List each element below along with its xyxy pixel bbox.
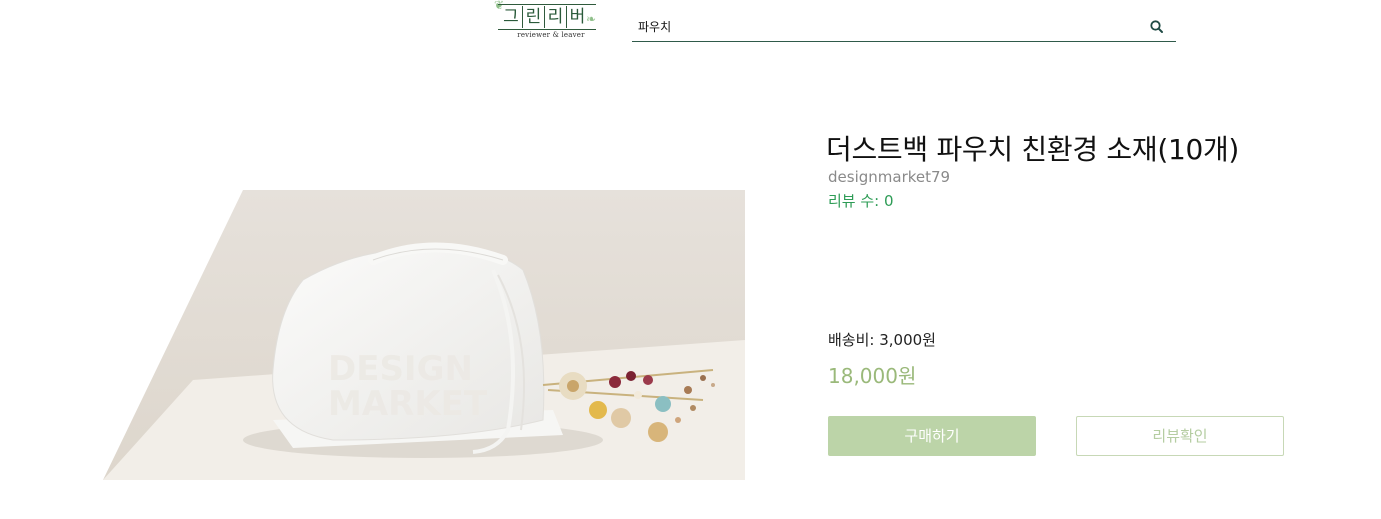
logo-wordmark: 그 린 리 버 [500,6,588,28]
watermark-line: DESIGN [328,349,473,389]
site-logo[interactable]: ❦ ❧ 그 린 리 버 reviewer & leaver [494,0,602,42]
seller-name[interactable]: designmarket79 [828,168,950,186]
logo-char: 리 [544,6,566,28]
product-title: 더스트백 파우치 친환경 소재(10개) [826,133,1240,166]
logo-char: 버 [566,6,588,28]
watermark-line: MARKET [328,384,488,424]
shipping-fee: 배송비: 3,000원 [828,331,936,349]
product-price: 18,000원 [828,364,917,388]
logo-char: 그 [503,7,519,27]
logo-subtitle: reviewer & leaver [517,31,585,39]
search-bar [632,10,1176,42]
review-count: 리뷰 수: 0 [828,192,894,210]
search-icon[interactable] [1148,18,1166,36]
search-input[interactable] [638,16,1118,36]
buy-button[interactable]: 구매하기 [828,416,1036,456]
review-check-button[interactable]: 리뷰확인 [1076,416,1284,456]
product-image: DESIGN MARKET [103,190,745,480]
logo-char: 린 [522,6,544,28]
